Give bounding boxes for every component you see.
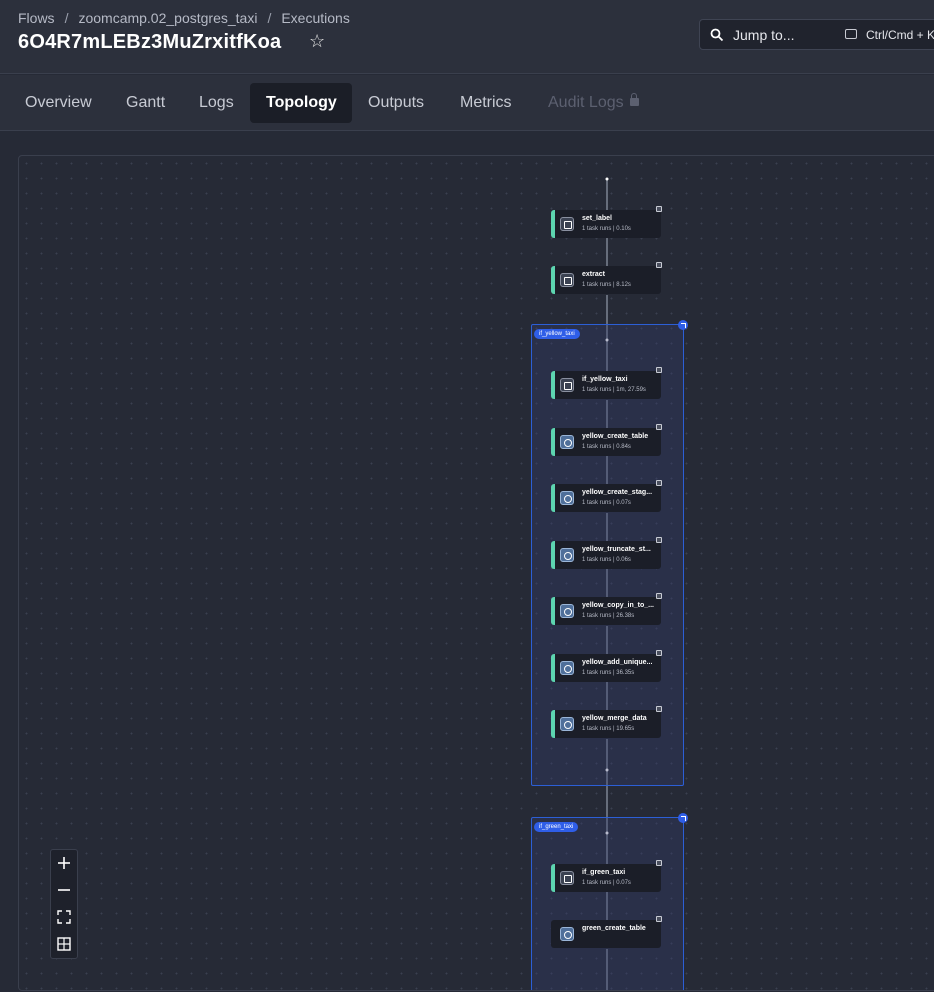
task-name: yellow_merge_data xyxy=(582,715,647,722)
task-status: 1 task runs | 0.07s xyxy=(582,880,631,886)
task-node[interactable]: green_create_table xyxy=(551,916,662,948)
jump-to-search[interactable]: Jump to... Ctrl/Cmd + K xyxy=(699,19,934,50)
tab-overview[interactable]: Overview xyxy=(9,83,108,123)
breadcrumb-flow[interactable]: zoomcamp.02_postgres_taxi xyxy=(78,10,257,26)
page-header: Flows / zoomcamp.02_postgres_taxi / Exec… xyxy=(0,0,934,74)
topology-edges xyxy=(605,177,609,990)
task-node[interactable]: yellow_copy_in_to_... 1 task runs | 26.3… xyxy=(551,593,662,625)
tab-topology[interactable]: Topology xyxy=(250,83,352,123)
search-icon xyxy=(710,28,724,41)
logs-icon[interactable] xyxy=(656,650,662,656)
breadcrumb-flows[interactable]: Flows xyxy=(18,10,55,26)
tab-metrics[interactable]: Metrics xyxy=(444,83,528,123)
plus-icon xyxy=(58,857,70,869)
task-node[interactable]: set_label 1 task runs | 0.10s xyxy=(551,206,662,238)
postgres-icon xyxy=(560,717,574,731)
topology-canvas[interactable]: if_yellow_taxi if_green_taxi set_label 1… xyxy=(18,155,934,991)
layout-icon xyxy=(57,937,71,951)
task-status: 1 task runs | 0.07s xyxy=(582,500,631,506)
label-icon xyxy=(560,217,574,231)
task-status: 1 task runs | 0.84s xyxy=(582,444,631,450)
task-status: 1 task runs | 19.65s xyxy=(582,726,635,732)
logs-icon[interactable] xyxy=(656,367,662,373)
logs-icon[interactable] xyxy=(656,262,662,268)
tab-bar: Overview Gantt Logs Topology Outputs Met… xyxy=(0,75,934,131)
task-name: yellow_copy_in_to_... xyxy=(582,602,654,609)
fullscreen-icon xyxy=(57,910,71,924)
lock-icon xyxy=(629,93,639,106)
task-node[interactable]: yellow_merge_data 1 task runs | 19.65s xyxy=(551,706,662,738)
jump-to-label: Jump to... xyxy=(733,26,795,43)
postgres-icon xyxy=(560,548,574,562)
fit-view-button[interactable] xyxy=(51,904,77,930)
breadcrumb: Flows / zoomcamp.02_postgres_taxi / Exec… xyxy=(18,10,350,26)
page-title: 6O4R7mLEBz3MuZrxitfKoa xyxy=(18,31,282,53)
toggle-layout-button[interactable] xyxy=(51,931,77,957)
task-status: 1 task runs | 36.35s xyxy=(582,670,635,676)
expand-icon[interactable] xyxy=(678,320,688,330)
task-name: set_label xyxy=(582,215,612,222)
postgres-icon xyxy=(560,604,574,618)
task-node[interactable]: extract 1 task runs | 8.12s xyxy=(551,262,662,294)
zoom-controls xyxy=(50,849,78,959)
keyboard-icon xyxy=(845,29,857,39)
task-name: if_green_taxi xyxy=(582,869,626,876)
task-name: if_yellow_taxi xyxy=(582,376,628,383)
tab-logs[interactable]: Logs xyxy=(183,83,250,123)
cluster-label: if_yellow_taxi xyxy=(534,329,580,339)
task-name: yellow_add_unique... xyxy=(582,659,653,666)
tab-audit-logs: Audit Logs xyxy=(532,83,655,123)
star-icon[interactable]: ☆ xyxy=(309,31,325,52)
task-name: green_create_table xyxy=(582,925,646,932)
expand-icon[interactable] xyxy=(678,813,688,823)
breadcrumb-executions[interactable]: Executions xyxy=(281,10,349,26)
postgres-icon xyxy=(560,661,574,675)
breadcrumb-separator: / xyxy=(267,10,272,26)
task-name: yellow_create_table xyxy=(582,433,649,440)
branch-icon xyxy=(560,378,574,392)
tab-outputs[interactable]: Outputs xyxy=(352,83,440,123)
postgres-icon xyxy=(560,491,574,505)
logs-icon[interactable] xyxy=(656,916,662,922)
task-status: 1 task runs | 0.06s xyxy=(582,557,631,563)
tab-audit-logs-label: Audit Logs xyxy=(548,94,624,111)
zoom-in-button[interactable] xyxy=(51,850,77,876)
postgres-icon xyxy=(560,435,574,449)
logs-icon[interactable] xyxy=(656,593,662,599)
task-status: 1 task runs | 8.12s xyxy=(582,282,631,288)
task-status: 1 task runs | 1m, 27.59s xyxy=(582,387,646,393)
task-node[interactable]: yellow_create_table 1 task runs | 0.84s xyxy=(551,424,662,456)
cluster-if-green-taxi[interactable]: if_green_taxi xyxy=(531,813,688,990)
branch-icon xyxy=(560,871,574,885)
task-node[interactable]: if_green_taxi 1 task runs | 0.07s xyxy=(551,860,662,892)
task-name: yellow_create_stag... xyxy=(582,489,653,496)
logs-icon[interactable] xyxy=(656,860,662,866)
task-status: 1 task runs | 26.38s xyxy=(582,613,635,619)
logs-icon[interactable] xyxy=(656,424,662,430)
cluster-label: if_green_taxi xyxy=(534,822,579,832)
shortcut-hint: Ctrl/Cmd + K xyxy=(866,28,934,42)
task-node[interactable]: if_yellow_taxi 1 task runs | 1m, 27.59s xyxy=(551,367,662,399)
postgres-icon xyxy=(560,927,574,941)
logs-icon[interactable] xyxy=(656,480,662,486)
task-node[interactable]: yellow_truncate_st... 1 task runs | 0.06… xyxy=(551,537,662,569)
task-name: extract xyxy=(582,271,605,278)
logs-icon[interactable] xyxy=(656,706,662,712)
task-node[interactable]: yellow_create_stag... 1 task runs | 0.07… xyxy=(551,480,662,512)
task-status: 1 task runs | 0.10s xyxy=(582,226,631,232)
zoom-out-button[interactable] xyxy=(51,877,77,903)
task-name: yellow_truncate_st... xyxy=(582,546,651,553)
breadcrumb-separator: / xyxy=(64,10,69,26)
terminal-icon xyxy=(560,273,574,287)
logs-icon[interactable] xyxy=(656,206,662,212)
minus-icon xyxy=(58,889,70,891)
task-node[interactable]: yellow_add_unique... 1 task runs | 36.35… xyxy=(551,650,662,682)
logs-icon[interactable] xyxy=(656,537,662,543)
tab-gantt[interactable]: Gantt xyxy=(110,83,181,123)
